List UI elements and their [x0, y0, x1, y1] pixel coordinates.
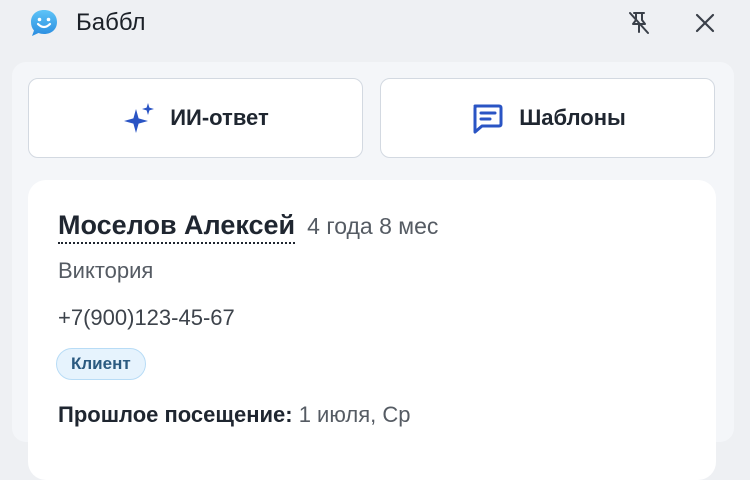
templates-button[interactable]: Шаблоны: [380, 78, 715, 158]
message-lines-icon: [473, 104, 503, 134]
status-badge: Клиент: [56, 348, 146, 380]
widget-panel: ИИ-ответ Шаблоны Моселов Алексей 4 года …: [12, 62, 734, 480]
last-visit-value: 1 июля, Ср: [298, 402, 411, 427]
pin-off-icon: [629, 12, 649, 34]
client-card: Моселов Алексей 4 года 8 мес Виктория +7…: [28, 180, 716, 480]
templates-label: Шаблоны: [519, 105, 626, 130]
client-name-row: Моселов Алексей 4 года 8 мес: [58, 210, 438, 244]
sparkles-icon: [124, 103, 155, 133]
last-visit: Прошлое посещение: 1 июля, Ср: [58, 402, 410, 428]
last-visit-label: Прошлое посещение:: [58, 402, 293, 427]
master-name: Виктория: [58, 258, 154, 283]
unpin-button[interactable]: [622, 8, 656, 38]
app-title: Баббл: [76, 9, 146, 36]
ai-reply-button[interactable]: ИИ-ответ: [28, 78, 363, 158]
client-age: 4 года 8 мес: [307, 213, 439, 239]
title-bar: Баббл: [0, 0, 750, 48]
client-name-link[interactable]: Моселов Алексей: [58, 210, 296, 244]
ai-reply-label: ИИ-ответ: [170, 105, 269, 130]
close-button[interactable]: [688, 8, 722, 38]
speech-bubble-smile-icon: [28, 7, 60, 39]
client-phone[interactable]: +7(900)123-45-67: [58, 305, 235, 331]
close-icon: [695, 13, 715, 33]
